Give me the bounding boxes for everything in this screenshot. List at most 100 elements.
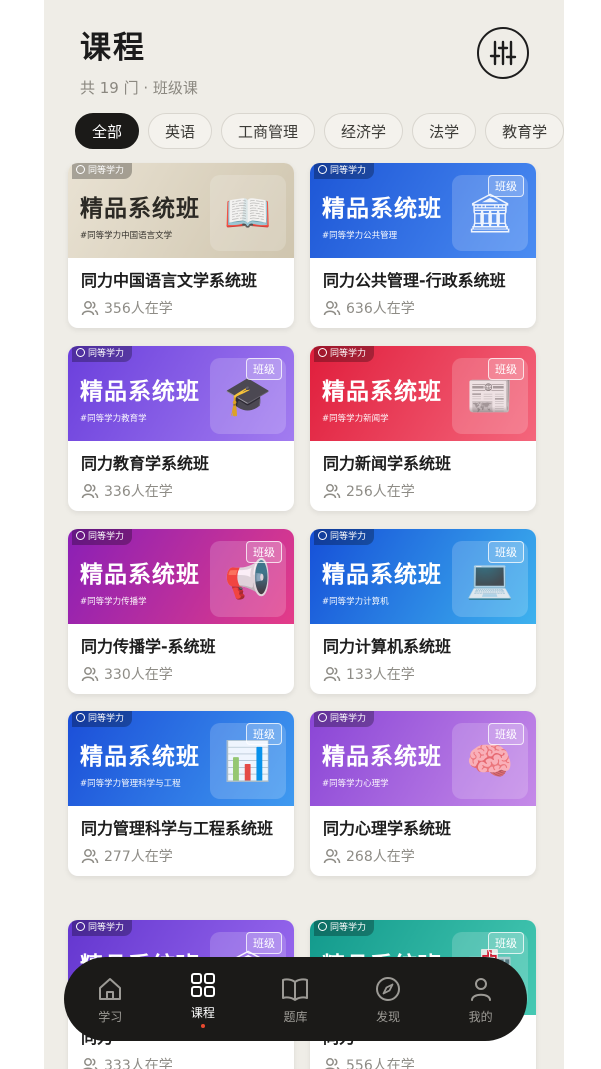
class-tag: 班级 [246,723,282,745]
learner-count-text: 356人在学 [104,301,173,317]
course-card[interactable]: 同等学力 精品系统班 #同等学力公共管理 🏛 班级同力公共管理-行政系统班 636人在学 [310,163,536,328]
class-tag: 班级 [488,175,524,197]
brand-badge: 同等学力 [314,529,375,545]
learner-count: 356人在学 [68,294,294,328]
app-screen: 课程 共 19 门 · 班级课 全部 英语 工商管理 经济学 法学 教育学 同等学力 精品系… [44,0,564,1069]
brand-badge: 同等学力 [72,711,133,727]
brand-badge: 同等学力 [314,346,375,362]
learner-count-text: 268人在学 [346,849,415,865]
brand-badge: 同等学力 [72,346,133,362]
learner-count: 333人在学 [68,1051,294,1069]
learner-count: 277人在学 [68,842,294,876]
banner-title: 精品系统班 [80,743,200,770]
banner-title: 精品系统班 [80,561,200,588]
class-tag: 班级 [246,358,282,380]
badge-label: 同等学力 [88,923,125,933]
learner-count-text: 277人在学 [104,849,173,865]
category-chips: 全部 英语 工商管理 经济学 法学 教育学 [75,113,564,151]
course-card[interactable]: 同等学力 精品系统班 #同等学力心理学 🧠 班级 同力心理学系统班 268人在学 [310,711,536,876]
badge-label: 同等学力 [330,532,367,542]
chip-business-admin[interactable]: 工商管理 [221,113,316,149]
banner-tag: #同等学力计算机 [322,597,389,607]
badge-label: 同等学力 [330,923,367,933]
banner-tag: #同等学力传播学 [80,597,147,607]
course-banner: 同等学力 精品系统班 #同等学力新闻学 📰 班级 [310,346,536,441]
class-tag: 班级 [246,541,282,563]
people-icon [323,849,341,864]
brand-badge: 同等学力 [314,163,375,179]
banner-title: 精品系统班 [322,743,442,770]
people-icon [81,301,99,316]
nav-item-question-bank[interactable]: 题库 [260,974,330,1025]
course-banner: 同等学力 精品系统班 #同等学力心理学 🧠 班级 [310,711,536,806]
people-icon [81,849,99,864]
course-card[interactable]: 同等学力 精品系统班 #同等学力计算机 💻 班级 同力计算机系统班 133人在学 [310,529,536,694]
badge-label: 同等学力 [330,349,367,359]
course-name: 同力中国语言文学系统班 [81,271,258,290]
grid-icon [190,973,215,997]
chip-all[interactable]: 全部 [75,113,140,149]
nav-item-me[interactable]: 我的 [446,974,516,1025]
course-card[interactable]: 同等学力 精品系统班 #同等学力管理科学与工程 📊 班级 同力管理科学与工程系统班 277人… [68,711,294,876]
nav-item-courses[interactable]: 课程 [168,970,238,1028]
banner-title: 精品系统班 [80,195,200,222]
course-banner: 同等学力 精品系统班 #同等学力管理科学与工程 📊 班级 [68,711,294,806]
learner-count: 133人在学 [310,660,536,694]
brand-badge: 同等学力 [72,529,133,545]
nav-item-study[interactable]: 学习 [75,974,145,1025]
nav-label-discover: 发现 [376,1009,401,1024]
badge-label: 同等学力 [88,166,125,176]
learner-count-text: 330人在学 [104,667,173,683]
banner-title: 精品系统班 [322,561,442,588]
chip-education[interactable]: 教育学 [485,113,564,149]
learner-count-text: 636人在学 [346,301,415,317]
learner-count-text: 336人在学 [104,484,173,500]
brand-logo-icon [76,922,85,931]
brand-badge: 同等学力 [314,711,375,727]
brand-badge: 同等学力 [72,163,133,179]
people-icon [81,484,99,499]
banner-tag: #同等学力公共管理 [322,231,398,241]
learner-count: 268人在学 [310,842,536,876]
class-tag: 班级 [488,723,524,745]
learner-count-text: 133人在学 [346,667,415,683]
filter-button[interactable] [477,27,529,79]
course-name: 同力公共管理-行政系统班 [323,271,506,290]
class-tag: 班级 [488,541,524,563]
course-card[interactable]: 同等学力 精品系统班 #同等学力新闻学 📰 班级 同力新闻学系统班 256人在学 [310,346,536,511]
chip-english[interactable]: 英语 [148,113,213,149]
brand-logo-icon [318,531,327,540]
nav-item-discover[interactable]: 发现 [353,974,423,1025]
home-icon [99,977,122,1000]
brand-badge: 同等学力 [72,920,133,936]
badge-label: 同等学力 [88,349,125,359]
course-name: 同力管理科学与工程系统班 [81,819,274,838]
chip-law[interactable]: 法学 [412,113,477,149]
nav-label-question-bank: 题库 [283,1009,308,1024]
learner-count: 256人在学 [310,477,536,511]
course-name: 同力教育学系统班 [81,454,210,473]
banner-title: 精品系统班 [322,378,442,405]
course-card[interactable]: 同等学力 精品系统班 #同等学力教育学 🎓 班级同力教育学系统班 336人在学 [68,346,294,511]
learner-count: 556人在学 [310,1051,536,1069]
course-name: 同力计算机系统班 [323,637,452,656]
banner-tag: #同等学力心理学 [322,779,389,789]
course-card[interactable]: 同等学力 精品系统班 #同等学力中国语言文学 📖 同力中国语言文学系统班 356人在学 [68,163,294,328]
people-icon [323,484,341,499]
course-banner: 同等学力 精品系统班 #同等学力公共管理 🏛 班级 [310,163,536,258]
people-icon [81,667,99,682]
chip-economics[interactable]: 经济学 [324,113,404,149]
brand-logo-icon [318,922,327,931]
brand-badge: 同等学力 [314,920,375,936]
course-banner: 同等学力 精品系统班 #同等学力教育学 🎓 班级 [68,346,294,441]
banner-tag: #同等学力管理科学与工程 [80,779,181,789]
sliders-icon [489,40,517,66]
course-card[interactable]: 同等学力 精品系统班 #同等学力传播学 📢 班级 同力传播学-系统班 330人在学 [68,529,294,694]
nav-label-courses: 课程 [190,1006,215,1020]
people-icon [323,667,341,682]
course-banner: 同等学力 精品系统班 #同等学力计算机 💻 班级 [310,529,536,624]
open-book-icon [282,977,309,1001]
active-indicator [200,1024,205,1028]
people-icon [325,1058,340,1069]
people-icon [323,301,341,316]
